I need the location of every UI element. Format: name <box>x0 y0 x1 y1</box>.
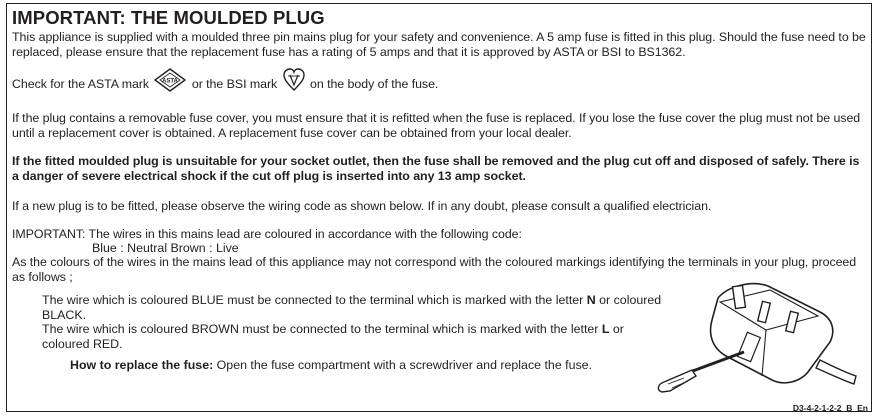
wire-code: Blue : Neutral Brown : Live <box>92 241 239 255</box>
plug-illustration-icon <box>650 272 860 402</box>
new-plug-paragraph: If a new plug is to be fitted, please ob… <box>12 199 712 213</box>
warning-paragraph: If the fitted moulded plug is unsuitable… <box>12 154 860 183</box>
check-text-1: Check for the ASTA mark <box>12 76 150 91</box>
wires-intro: IMPORTANT: The wires in this mains lead … <box>12 227 522 241</box>
letter-n: N <box>586 293 596 307</box>
asta-mark-text: ASTA <box>163 79 179 85</box>
page-title: IMPORTANT: THE MOULDED PLUG <box>12 7 325 28</box>
check-text-2: or the BSI mark <box>191 76 278 91</box>
fuse-cover-paragraph: If the plug contains a removable fuse co… <box>12 111 861 140</box>
bsi-kitemark-icon <box>282 68 305 101</box>
intro-paragraph: This appliance is supplied with a moulde… <box>12 30 866 59</box>
blue-wire-instruction: The wire which is coloured BLUE must be … <box>42 293 662 322</box>
asta-mark-icon: ASTA <box>154 68 187 101</box>
replace-fuse-label: How to replace the fuse: <box>70 358 214 372</box>
check-text-3: on the body of the fuse. <box>310 76 439 91</box>
document-reference: D3-4-2-1-2-2_B_En <box>792 403 868 413</box>
check-marks-line: Check for the ASTA mark ASTA or the BSI … <box>12 68 868 101</box>
replace-fuse-instruction: How to replace the fuse: Open the fuse c… <box>70 358 593 372</box>
brown-wire-instruction: The wire which is coloured BROWN must be… <box>42 322 624 351</box>
